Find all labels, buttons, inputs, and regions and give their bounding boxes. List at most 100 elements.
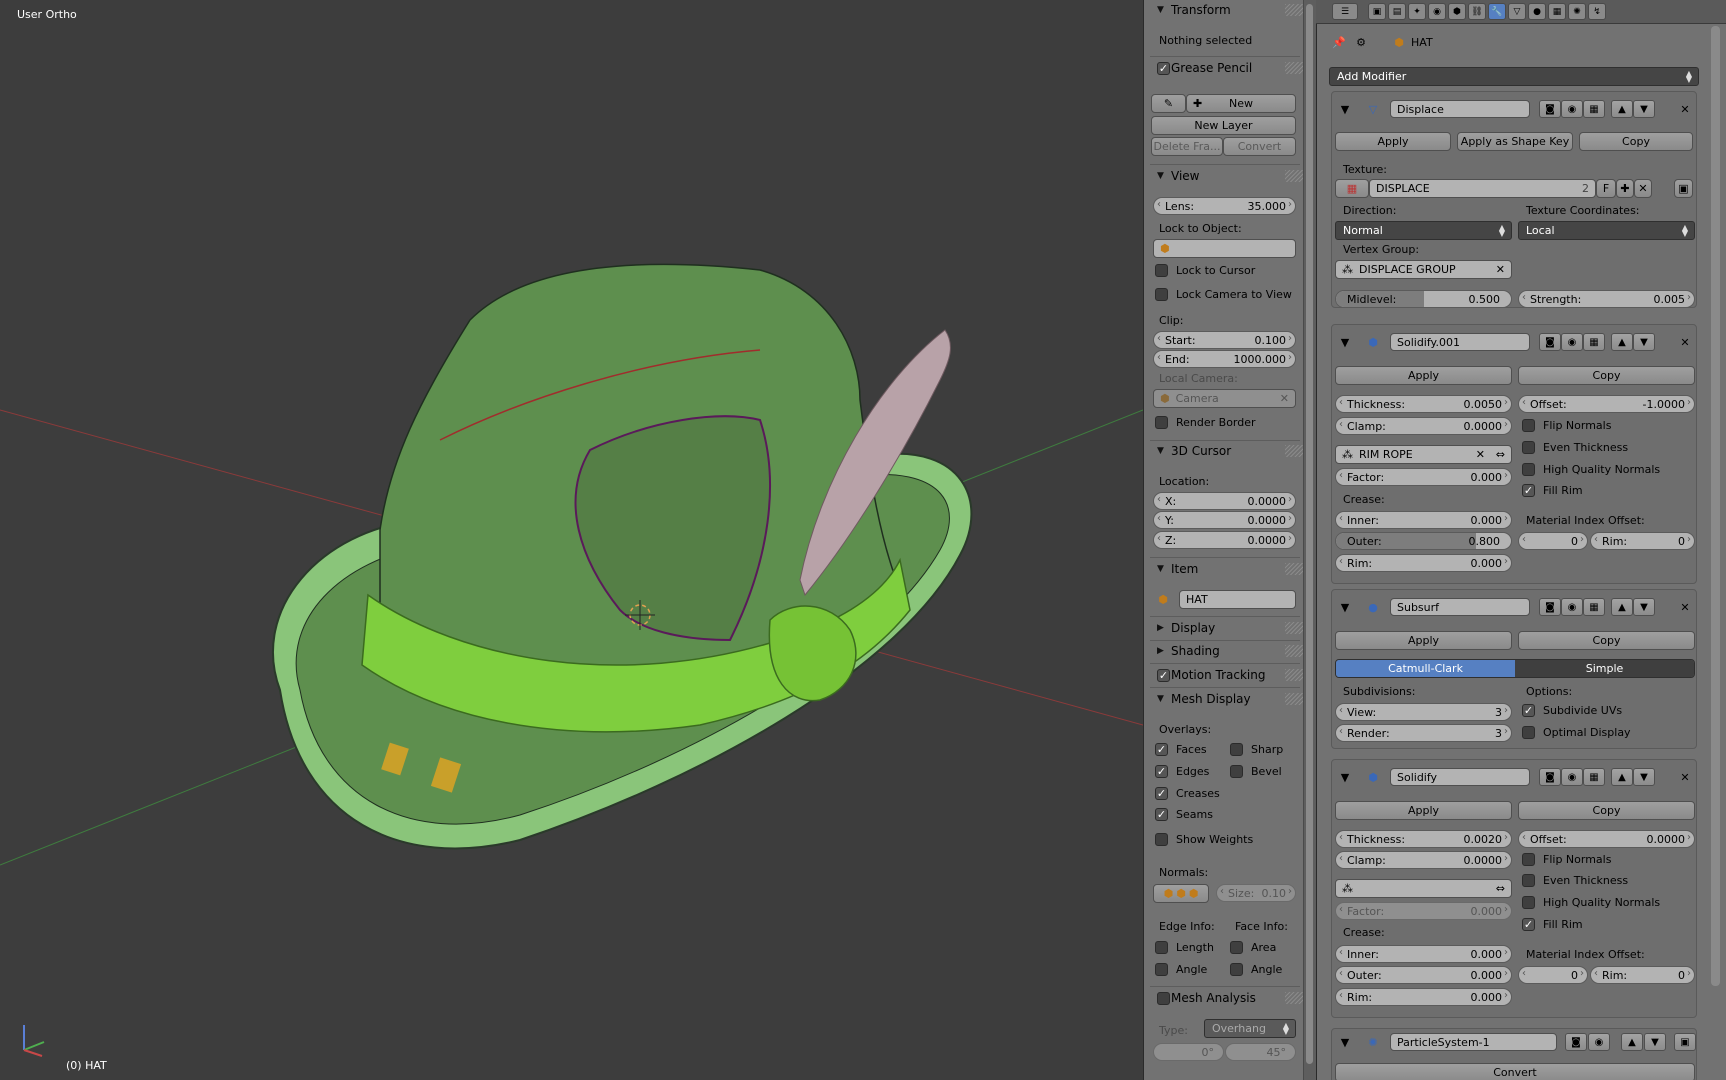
texture-name-field[interactable]: DISPLACE 2 [1369,179,1596,198]
panel-header-transform[interactable]: ▼ Transform [1157,0,1307,20]
remove-modifier-icon[interactable]: ✕ [1677,334,1693,350]
face-area-checkbox[interactable]: Area [1230,941,1276,954]
seams-checkbox[interactable]: ✓ Seams [1155,808,1213,821]
physics-tab-icon[interactable]: ↯ [1588,3,1606,20]
faces-checkbox[interactable]: ✓ Faces [1155,743,1207,756]
remove-modifier-icon[interactable]: ✕ [1677,101,1693,117]
subdivision-type-toggle[interactable]: Catmull-Clark Simple [1335,659,1695,678]
viewport-toggle-icon[interactable]: ◉ [1561,333,1583,351]
subdivide-uvs-checkbox[interactable]: ✓ Subdivide UVs [1522,704,1622,717]
vertex-normal-icon[interactable]: ⬢ [1164,887,1174,900]
crease-inner-field[interactable]: Inner: 0.000 [1335,511,1512,529]
flip-normals-checkbox[interactable]: Flip Normals [1522,419,1611,432]
texture-tab-icon[interactable]: ▦ [1548,3,1566,20]
move-up-icon[interactable]: ▲ [1621,1033,1643,1051]
crease-outer-slider[interactable]: Outer: 0.800 [1335,532,1512,550]
move-up-icon[interactable]: ▲ [1611,100,1633,118]
panel-header-display[interactable]: ▶ Display [1157,618,1307,638]
viewport-toggle-icon[interactable]: ◉ [1561,598,1583,616]
panel-header-mesh-analysis[interactable]: ▼Mesh Analysis [1157,988,1307,1008]
move-down-icon[interactable]: ▼ [1644,1033,1666,1051]
lock-object-field[interactable]: ⬢ [1153,239,1296,258]
move-up-icon[interactable]: ▲ [1611,598,1633,616]
crease-rim-field[interactable]: Rim: 0.000 [1335,554,1512,572]
grease-pencil-datablock-button[interactable]: ✎ [1151,94,1186,113]
material-tab-icon[interactable]: ● [1528,3,1546,20]
sharp-checkbox[interactable]: Sharp [1230,743,1283,756]
copy-button[interactable]: Copy [1518,366,1695,385]
grease-pencil-checkbox[interactable]: ✓ [1157,61,1170,75]
render-toggle-icon[interactable]: ◙ [1565,1033,1587,1051]
collapse-arrow-icon[interactable]: ▼ [1337,334,1353,350]
render-toggle-icon[interactable]: ◙ [1539,598,1561,616]
normal-size-field[interactable]: Size: 0.10 [1216,884,1296,902]
new-texture-icon[interactable]: ✚ [1616,179,1634,198]
vertex-group-field[interactable]: ⁂ RIM ROPE ✕ ⇔ [1335,445,1512,464]
copy-button[interactable]: Copy [1518,631,1695,650]
material-offset-field[interactable]: 0 [1518,966,1588,984]
mesh-analysis-checkbox[interactable] [1157,991,1170,1005]
object-tab-icon[interactable]: ⬢ [1448,3,1466,20]
remove-modifier-icon[interactable]: ✕ [1677,769,1693,785]
crease-outer-field[interactable]: Outer: 0.000 [1335,966,1512,984]
face-normal-icon[interactable]: ⬢ [1189,887,1199,900]
optimal-display-checkbox[interactable]: Optimal Display [1522,726,1631,739]
render-toggle-icon[interactable]: ◙ [1539,333,1561,351]
lock-to-cursor-checkbox[interactable]: Lock to Cursor [1155,264,1255,277]
direction-select[interactable]: Normal ▲ ▼ [1335,221,1512,240]
offset-field[interactable]: Offset: 0.0000 [1518,830,1695,848]
invert-icon[interactable]: ⇔ [1496,882,1505,895]
clamp-field[interactable]: Clamp: 0.0000 [1335,417,1512,435]
move-up-icon[interactable]: ▲ [1611,333,1633,351]
convert-button[interactable]: Convert [1223,137,1296,156]
clear-icon[interactable]: ✕ [1476,448,1485,461]
clip-end-field[interactable]: End: 1000.000 [1153,350,1296,368]
unlink-texture-icon[interactable]: ✕ [1634,179,1652,198]
editmode-toggle-icon[interactable]: ▦ [1583,598,1605,616]
move-down-icon[interactable]: ▼ [1633,100,1655,118]
clamp-field[interactable]: Clamp: 0.0000 [1335,851,1512,869]
copy-button[interactable]: Copy [1579,132,1693,151]
high-quality-normals-checkbox[interactable]: High Quality Normals [1522,896,1660,909]
properties-scrollbar[interactable] [1711,26,1720,986]
material-rim-field[interactable]: Rim: 0 [1590,532,1695,550]
scene-link-icon[interactable]: ⚙ [1353,34,1369,50]
constraints-tab-icon[interactable]: ⛓ [1468,3,1486,20]
collapse-arrow-icon[interactable]: ▼ [1337,1034,1353,1050]
texture-coordinates-select[interactable]: Local ▲ ▼ [1518,221,1695,240]
apply-button[interactable]: Apply [1335,366,1512,385]
panel-header-motion-tracking[interactable]: ▶✓Motion Tracking [1157,665,1307,685]
normals-toggle-group[interactable]: ⬢ ⬢ ⬢ [1153,884,1209,903]
item-name-field[interactable]: HAT [1179,590,1296,609]
clear-icon[interactable]: ✕ [1280,392,1289,405]
flip-normals-checkbox[interactable]: Flip Normals [1522,853,1611,866]
viewport-toggle-icon[interactable]: ◉ [1588,1033,1610,1051]
texture-browse-button[interactable]: ▦ [1335,179,1369,198]
cursor-x-field[interactable]: X: 0.0000 [1153,492,1296,510]
apply-button[interactable]: Apply [1335,631,1512,650]
bevel-checkbox[interactable]: Bevel [1230,765,1282,778]
thickness-field[interactable]: Thickness: 0.0050 [1335,395,1512,413]
cursor-y-field[interactable]: Y: 0.0000 [1153,511,1296,529]
copy-button[interactable]: Copy [1518,801,1695,820]
edge-angle-checkbox[interactable]: Angle [1155,963,1207,976]
panel-header-item[interactable]: ▼ Item [1157,559,1307,579]
convert-particles-button[interactable]: Convert [1335,1063,1695,1080]
fill-rim-checkbox[interactable]: ✓ Fill Rim [1522,484,1583,497]
remove-modifier-icon[interactable]: ✕ [1677,599,1693,615]
particle-settings-icon[interactable]: ▣ [1674,1033,1696,1051]
vertex-group-field[interactable]: ⁂ ⇔ [1335,879,1512,898]
subdiv-render-field[interactable]: Render: 3 [1335,724,1512,742]
invert-icon[interactable]: ⇔ [1496,448,1505,461]
simple-option[interactable]: Simple [1515,660,1694,677]
local-camera-field[interactable]: ⬢ Camera ✕ [1153,389,1296,408]
shelf-scrollbar[interactable] [1303,0,1316,1080]
world-tab-icon[interactable]: ◉ [1428,3,1446,20]
collapse-arrow-icon[interactable]: ▼ [1337,599,1353,615]
render-tab-icon[interactable]: ▣ [1368,3,1386,20]
move-down-icon[interactable]: ▼ [1633,768,1655,786]
data-tab-icon[interactable]: ▽ [1508,3,1526,20]
panel-header-grease-pencil[interactable]: ▼✓Grease Pencil [1157,58,1307,78]
apply-button[interactable]: Apply [1335,132,1451,151]
delete-frame-button[interactable]: Delete Fra... [1151,137,1223,156]
